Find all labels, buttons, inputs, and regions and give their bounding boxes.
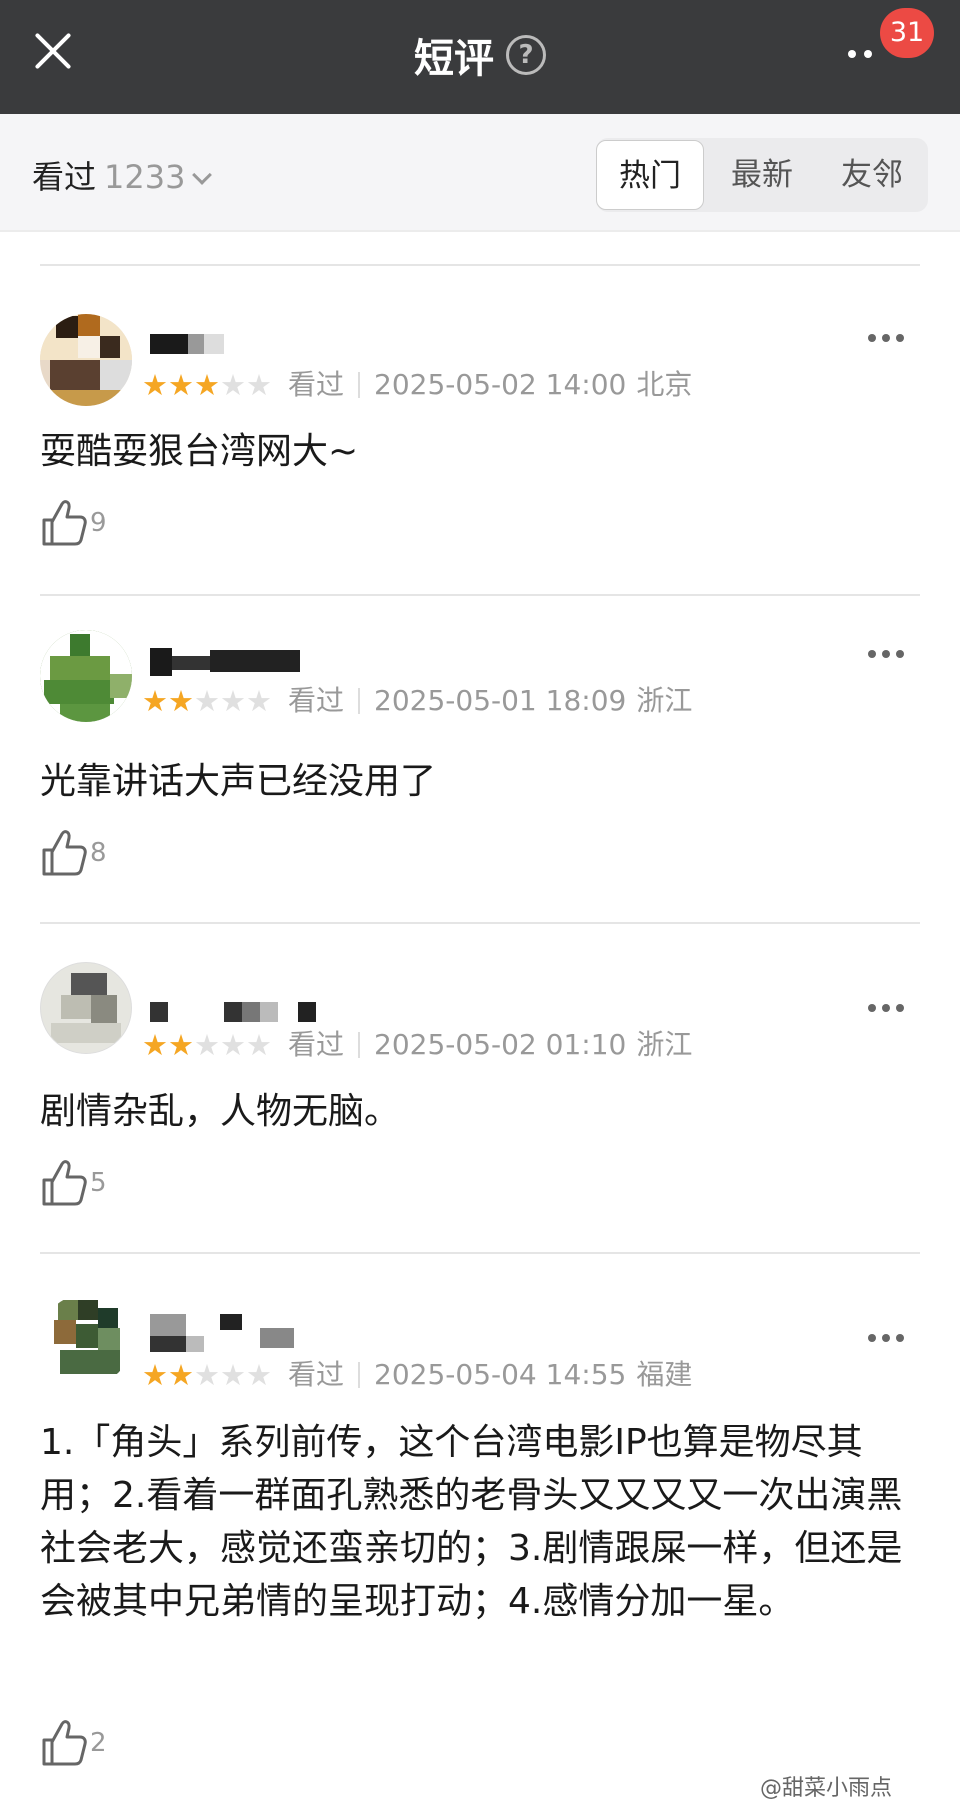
comment-time: 2025-05-04 14:55: [374, 1358, 627, 1391]
help-icon[interactable]: ?: [506, 35, 546, 75]
like-count: 5: [90, 1168, 107, 1198]
divider: [40, 922, 920, 924]
thumbs-up-icon: [42, 1720, 87, 1766]
username-pixelated[interactable]: [150, 974, 350, 1022]
seen-filter-dropdown[interactable]: 看过 1233: [32, 152, 213, 198]
thumbs-up-icon: [42, 830, 87, 876]
separator: [358, 372, 361, 398]
separator: [358, 1362, 361, 1388]
tab-latest[interactable]: 最新: [708, 140, 816, 210]
sort-tabs: 热门 最新 友邻: [596, 138, 928, 212]
thumbs-up-icon: [42, 1160, 87, 1206]
comment-text: 1.「角头」系列前传，这个台湾电影IP也算是物尽其用；2.看着一群面孔熟悉的老骨…: [40, 1422, 903, 1622]
seen-label: 看过: [32, 158, 97, 196]
thumbs-up-icon: [42, 500, 87, 546]
comment-more-button[interactable]: [868, 650, 908, 662]
comment-location: 浙江: [636, 1028, 693, 1061]
like-button[interactable]: 8: [40, 828, 107, 878]
title-wrap: 短评?: [0, 26, 960, 82]
comment-location: 浙江: [636, 684, 693, 717]
page-title: 短评: [414, 36, 494, 82]
tab-friends[interactable]: 友邻: [818, 140, 926, 210]
separator: [358, 1032, 361, 1058]
avatar[interactable]: [40, 962, 132, 1054]
separator: [358, 688, 361, 714]
comment-location: 北京: [636, 368, 693, 401]
like-count: 8: [90, 838, 107, 868]
username-pixelated[interactable]: [150, 1306, 350, 1352]
divider: [40, 1252, 920, 1254]
seen-count: 1233: [104, 158, 186, 196]
avatar[interactable]: [40, 630, 132, 722]
watch-status: 看过: [288, 1028, 345, 1061]
rating-row: ★★★★★ 看过 2025-05-02 14:00 北京: [142, 364, 692, 405]
rating-stars: ★★★★★: [142, 1358, 272, 1392]
rating-stars: ★★★★★: [142, 684, 272, 718]
comment-text: 光靠讲话大声已经没用了: [40, 761, 437, 802]
like-button[interactable]: 2: [40, 1718, 107, 1768]
comment-more-button[interactable]: [868, 1004, 908, 1016]
chevron-down-icon: [192, 165, 213, 185]
divider: [40, 594, 920, 596]
rating-stars: ★★★★★: [142, 368, 272, 402]
like-button[interactable]: 9: [40, 498, 107, 548]
rating-row: ★★★★★ 看过 2025-05-02 01:10 浙江: [142, 1024, 692, 1065]
like-count: 2: [90, 1728, 107, 1758]
comment-text: 耍酷耍狠台湾网大~: [40, 431, 359, 472]
notification-badge[interactable]: 31: [880, 8, 934, 58]
dot-icon: [864, 50, 872, 58]
avatar[interactable]: [40, 314, 132, 406]
tab-hot[interactable]: 热门: [596, 140, 704, 210]
rating-row: ★★★★★ 看过 2025-05-04 14:55 福建: [142, 1354, 692, 1395]
dot-icon: [848, 50, 856, 58]
watch-status: 看过: [288, 368, 345, 401]
top-bar: 短评? 31: [0, 0, 960, 114]
comment-location: 福建: [636, 1358, 693, 1391]
rating-stars: ★★★★★: [142, 1028, 272, 1062]
watermark: @甜菜小雨点: [760, 1776, 893, 1801]
watch-status: 看过: [288, 1358, 345, 1391]
comment-time: 2025-05-01 18:09: [374, 684, 627, 717]
username-pixelated[interactable]: [150, 642, 350, 676]
comment-more-button[interactable]: [868, 1334, 908, 1346]
like-button[interactable]: 5: [40, 1158, 107, 1208]
divider: [40, 264, 920, 266]
like-count: 9: [90, 508, 107, 538]
filter-bar: 看过 1233 热门 最新 友邻: [0, 114, 960, 232]
username-pixelated[interactable]: [150, 326, 350, 356]
comment-time: 2025-05-02 01:10: [374, 1028, 627, 1061]
comment-text: 剧情杂乱，人物无脑。: [40, 1091, 401, 1132]
avatar[interactable]: [40, 1294, 132, 1386]
comment-time: 2025-05-02 14:00: [374, 368, 627, 401]
watch-status: 看过: [288, 684, 345, 717]
rating-row: ★★★★★ 看过 2025-05-01 18:09 浙江: [142, 680, 692, 721]
comment-more-button[interactable]: [868, 334, 908, 346]
